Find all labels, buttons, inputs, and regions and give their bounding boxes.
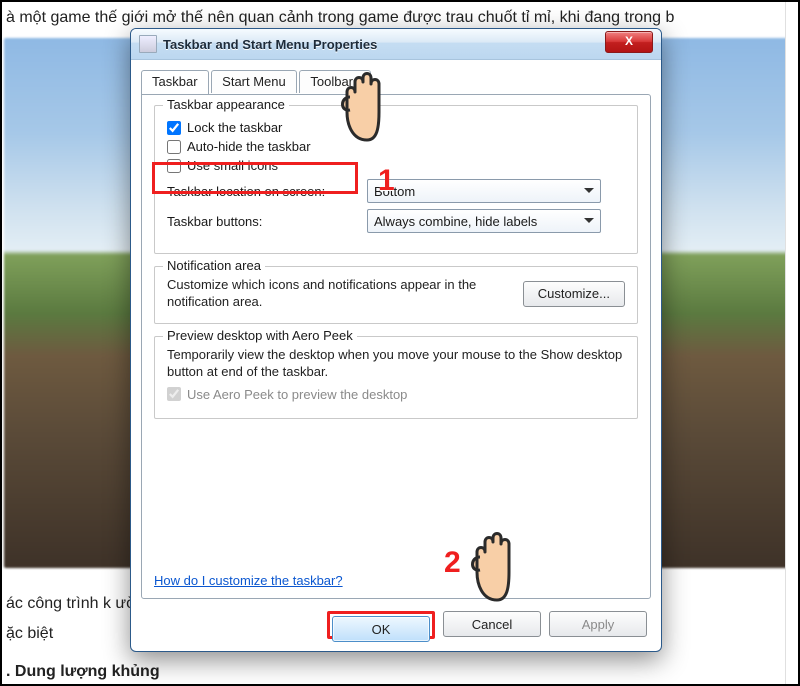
checkbox-autohide-taskbar-label: Auto-hide the taskbar bbox=[187, 139, 311, 154]
checkbox-lock-taskbar-label: Lock the taskbar bbox=[187, 120, 282, 135]
customize-button[interactable]: Customize... bbox=[523, 281, 625, 307]
group-aero-peek: Preview desktop with Aero Peek Temporari… bbox=[154, 336, 638, 419]
checkbox-aero-peek-label: Use Aero Peek to preview the desktop bbox=[187, 387, 407, 402]
help-link[interactable]: How do I customize the taskbar? bbox=[154, 573, 343, 588]
combo-taskbar-buttons[interactable]: Always combine, hide labels bbox=[367, 209, 601, 233]
bg-text-line1: à một game thế giới mở thế nên quan cảnh… bbox=[2, 8, 798, 29]
pointing-hand-icon-2 bbox=[462, 522, 532, 602]
pointing-hand-icon-1 bbox=[332, 62, 402, 142]
page-right-gutter bbox=[785, 2, 796, 686]
checkbox-autohide-taskbar-input[interactable] bbox=[167, 140, 181, 154]
group-aero-peek-legend: Preview desktop with Aero Peek bbox=[163, 328, 357, 343]
cancel-button[interactable]: Cancel bbox=[443, 611, 541, 637]
group-appearance-legend: Taskbar appearance bbox=[163, 97, 289, 112]
combo-taskbar-buttons-value: Always combine, hide labels bbox=[374, 214, 537, 229]
bg-text-heading: . Dung lượng khủng bbox=[2, 662, 798, 683]
window-title: Taskbar and Start Menu Properties bbox=[163, 37, 377, 52]
row-taskbar-buttons: Taskbar buttons: Always combine, hide la… bbox=[167, 209, 625, 233]
group-notification: Notification area Customize which icons … bbox=[154, 266, 638, 324]
group-notification-legend: Notification area bbox=[163, 258, 265, 273]
step1-highlight bbox=[152, 162, 358, 194]
step2-number: 2 bbox=[444, 546, 461, 580]
dialog-body: Taskbar Start Menu Toolbars Taskbar appe… bbox=[141, 69, 651, 599]
combo-location[interactable]: Bottom bbox=[367, 179, 601, 203]
page: à một game thế giới mở thế nên quan cảnh… bbox=[0, 0, 800, 686]
tab-start-menu[interactable]: Start Menu bbox=[211, 70, 297, 93]
close-button[interactable]: X bbox=[605, 31, 653, 53]
tab-taskbar[interactable]: Taskbar bbox=[141, 70, 209, 94]
notification-desc: Customize which icons and notifications … bbox=[167, 277, 513, 311]
titlebar[interactable]: Taskbar and Start Menu Properties X bbox=[131, 29, 661, 60]
aero-peek-desc: Temporarily view the desktop when you mo… bbox=[167, 347, 625, 381]
window-icon bbox=[139, 35, 157, 53]
step1-number: 1 bbox=[378, 164, 395, 198]
ok-button[interactable]: OK bbox=[332, 616, 430, 642]
apply-button: Apply bbox=[549, 611, 647, 637]
checkbox-aero-peek: Use Aero Peek to preview the desktop bbox=[167, 387, 625, 402]
dialog-buttons: OK Cancel Apply bbox=[145, 611, 647, 639]
help-link-row: How do I customize the taskbar? bbox=[154, 573, 343, 588]
label-taskbar-buttons: Taskbar buttons: bbox=[167, 214, 367, 229]
ok-highlight: OK bbox=[327, 611, 435, 639]
checkbox-lock-taskbar-input[interactable] bbox=[167, 121, 181, 135]
checkbox-aero-peek-input bbox=[167, 387, 181, 401]
